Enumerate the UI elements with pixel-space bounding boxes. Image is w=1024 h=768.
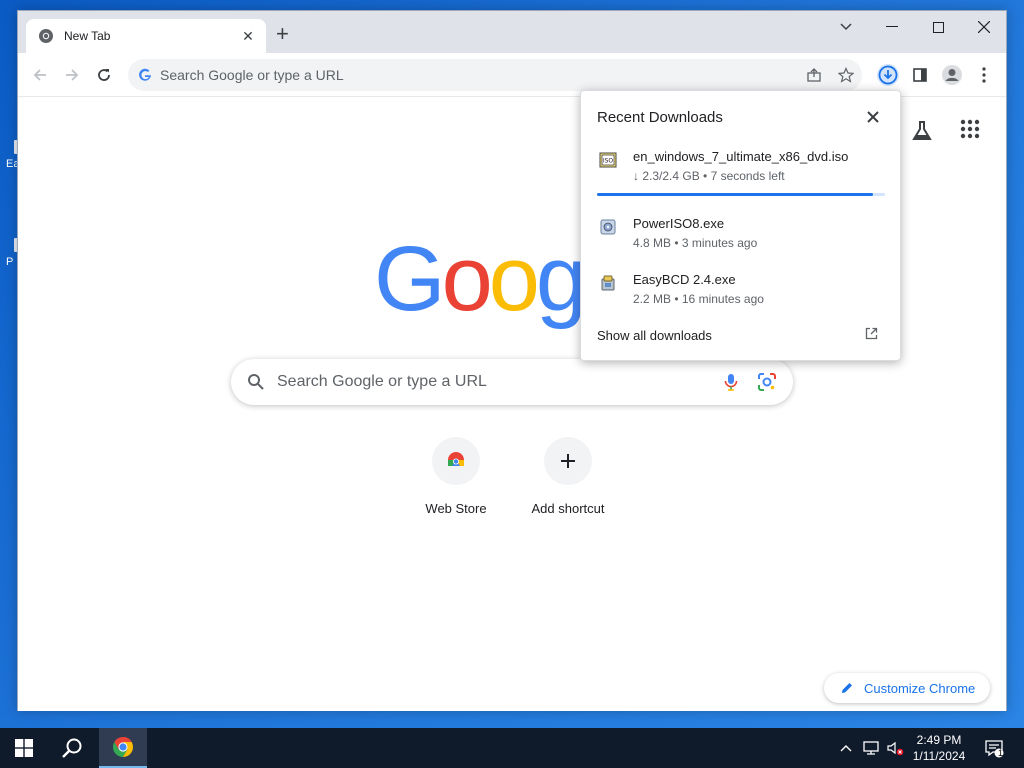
search-icon: [62, 738, 82, 758]
flask-icon: [912, 121, 932, 140]
logo-letter: G: [374, 228, 446, 330]
download-status: ↓ 2.3/2.4 GB • 7 seconds left: [633, 169, 785, 183]
download-status: 2.2 MB • 16 minutes ago: [633, 292, 764, 306]
installer-icon: [601, 275, 615, 291]
downloads-close-button[interactable]: [863, 107, 883, 127]
downloads-bubble: Recent Downloads ISO en_windows_7_ultima…: [580, 90, 901, 361]
download-progress-bar: [597, 193, 885, 196]
chrome-icon: [113, 737, 133, 757]
ntp-search-box[interactable]: Search Google or type a URL: [231, 359, 793, 405]
arrow-left-icon: [33, 69, 46, 81]
network-icon: [863, 741, 879, 755]
google-apps-button[interactable]: [960, 119, 980, 144]
share-icon: [807, 68, 821, 82]
downloads-button[interactable]: [874, 61, 902, 89]
taskbar-chrome[interactable]: [99, 728, 147, 768]
clock-date: 1/11/2024: [912, 749, 966, 763]
installer-icon: [600, 219, 616, 235]
clock-time: 2:49 PM: [916, 733, 962, 747]
address-bar-placeholder: Search Google or type a URL: [160, 67, 344, 83]
ntp-search-placeholder: Search Google or type a URL: [277, 373, 487, 390]
shortcut-web-store[interactable]: Web Store: [406, 437, 506, 516]
customize-chrome-label: Customize Chrome: [864, 680, 976, 696]
download-icon: [877, 64, 899, 86]
notification-count: 1: [997, 748, 1003, 758]
chrome-favicon-icon: [39, 29, 53, 43]
google-lens-icon[interactable]: [757, 372, 777, 392]
tab-search-button[interactable]: [823, 11, 869, 43]
windows-logo-icon: [15, 739, 33, 757]
external-link-icon: [865, 327, 878, 340]
maximize-button[interactable]: [915, 11, 961, 43]
title-bar: New Tab ✕ +: [18, 11, 1006, 53]
forward-button[interactable]: [60, 63, 84, 87]
logo-letter: o: [488, 228, 540, 330]
avatar-icon: [942, 65, 962, 85]
minimize-icon: [886, 26, 898, 27]
reload-icon: [98, 69, 110, 81]
customize-chrome-button[interactable]: Customize Chrome: [824, 673, 990, 703]
back-button[interactable]: [28, 63, 52, 87]
tab-new-tab[interactable]: New Tab ✕: [26, 19, 266, 53]
close-icon: [978, 21, 990, 33]
kebab-menu-icon: [982, 67, 986, 83]
maximize-icon: [932, 21, 944, 33]
desktop-icon-fragment-2[interactable]: P: [0, 238, 20, 268]
show-hidden-icons-button[interactable]: [836, 728, 856, 768]
side-panel-button[interactable]: [906, 61, 934, 89]
google-g-icon: [139, 68, 151, 81]
apps-grid-icon: [960, 119, 980, 139]
labs-button[interactable]: [910, 119, 934, 148]
taskbar-clock[interactable]: 2:49 PM 1/11/2024: [900, 732, 978, 764]
address-bar[interactable]: Search Google or type a URL: [128, 59, 862, 91]
shortcut-add[interactable]: Add shortcut: [518, 437, 618, 516]
arrow-right-icon: [66, 69, 79, 81]
shortcut-label: Web Store: [425, 501, 487, 516]
google-logo: Goog: [374, 227, 587, 332]
bookmark-button[interactable]: [830, 59, 862, 91]
tab-close-icon[interactable]: ✕: [240, 28, 256, 45]
shortcut-icon-tile: [544, 437, 592, 485]
svg-text:ISO: ISO: [603, 158, 614, 165]
shortcut-icon-tile: [432, 437, 480, 485]
search-taskbar-button[interactable]: [48, 728, 96, 768]
iso-file-icon: ISO: [599, 152, 617, 168]
desktop-icon-fragment-1[interactable]: Ea: [0, 140, 20, 170]
chevron-up-icon: [840, 745, 852, 752]
new-tab-button[interactable]: +: [276, 23, 289, 45]
logo-letter: o: [441, 228, 493, 330]
tab-title: New Tab: [64, 29, 111, 43]
profile-button[interactable]: [938, 61, 966, 89]
download-filename: en_windows_7_ultimate_x86_dvd.iso: [633, 149, 849, 164]
share-button[interactable]: [798, 59, 830, 91]
network-tray-button[interactable]: [860, 728, 882, 768]
chevron-down-icon: [840, 23, 852, 31]
side-panel-icon: [913, 68, 927, 82]
start-button[interactable]: [0, 728, 48, 768]
open-downloads-page-button[interactable]: [865, 327, 878, 345]
star-icon: [838, 67, 854, 83]
download-filename: PowerISO8.exe: [633, 216, 725, 231]
logo-letter: g: [535, 228, 587, 330]
download-filename: EasyBCD 2.4.exe: [633, 272, 736, 287]
minimize-button[interactable]: [869, 11, 915, 43]
taskbar: 2:49 PM 1/11/2024 1: [0, 728, 1024, 768]
plus-icon: [561, 454, 575, 468]
downloads-header: Recent Downloads: [597, 109, 723, 126]
pencil-icon: [842, 683, 852, 693]
chrome-web-store-icon: [448, 452, 464, 466]
shortcut-label: Add shortcut: [531, 501, 605, 516]
action-center-button[interactable]: 1: [980, 728, 1008, 768]
close-icon: [867, 111, 879, 123]
close-window-button[interactable]: [961, 11, 1007, 43]
download-progress-fill: [597, 193, 874, 196]
search-icon: [248, 374, 264, 390]
show-all-downloads-link[interactable]: Show all downloads: [597, 328, 712, 343]
reload-button[interactable]: [92, 63, 116, 87]
download-status: 4.8 MB • 3 minutes ago: [633, 236, 758, 250]
microphone-icon[interactable]: [721, 372, 741, 392]
menu-button[interactable]: [970, 61, 998, 89]
